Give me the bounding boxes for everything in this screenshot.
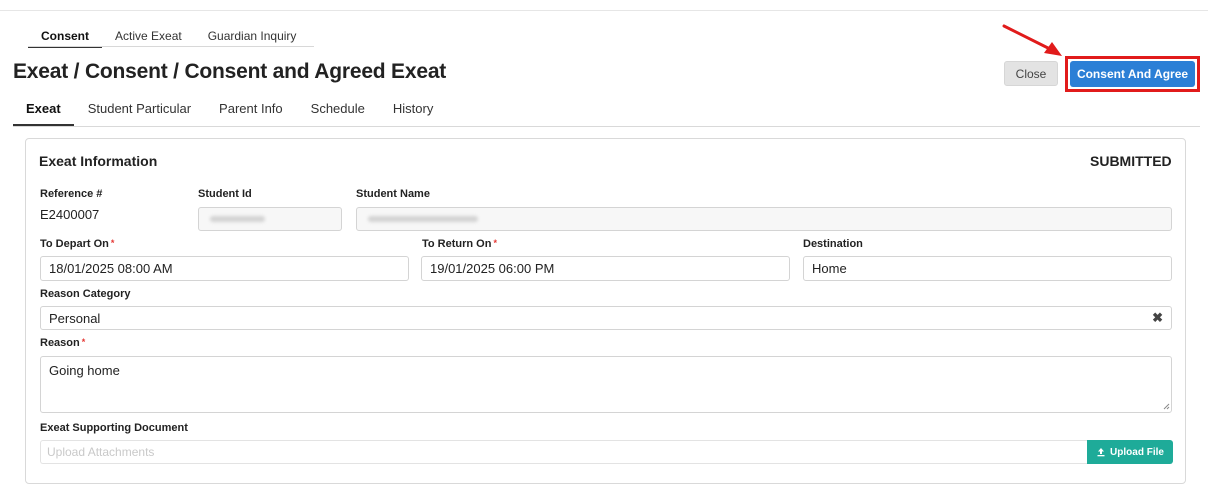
consent-and-agree-button[interactable]: Consent And Agree <box>1070 61 1195 87</box>
reason-label: Reason * <box>40 337 86 349</box>
tab-parent-info[interactable]: Parent Info <box>205 98 297 126</box>
tab-guardian-inquiry[interactable]: Guardian Inquiry <box>195 28 310 46</box>
top-tabs-underline <box>28 46 314 47</box>
top-tab-bar: Consent Active Exeat Guardian Inquiry <box>28 28 310 48</box>
student-name-label: Student Name <box>356 188 430 200</box>
student-name-field <box>356 207 1172 231</box>
close-button[interactable]: Close <box>1004 61 1058 86</box>
tab-history[interactable]: History <box>379 98 447 126</box>
depart-datetime-input[interactable]: 18/01/2025 08:00 AM <box>40 256 409 281</box>
redacted-student-name <box>368 216 478 222</box>
tab-schedule[interactable]: Schedule <box>297 98 379 126</box>
required-marker: * <box>493 238 497 248</box>
required-marker: * <box>110 238 115 248</box>
destination-label: Destination <box>803 238 863 250</box>
supporting-document-label: Exeat Supporting Document <box>40 422 188 434</box>
red-arrow-annotation-icon <box>1002 24 1062 56</box>
reason-textarea[interactable]: Going home <box>40 356 1172 413</box>
page-title: Exeat / Consent / Consent and Agreed Exe… <box>13 60 447 83</box>
reason-category-label: Reason Category <box>40 288 131 300</box>
upload-attachments-input[interactable] <box>40 440 1088 464</box>
required-marker: * <box>81 337 86 347</box>
tab-student-particular[interactable]: Student Particular <box>74 98 205 126</box>
upload-file-button[interactable]: Upload File <box>1087 440 1173 464</box>
reason-category-value: Personal <box>49 310 101 326</box>
resize-grip-icon[interactable] <box>1163 403 1170 410</box>
upload-file-label: Upload File <box>1110 446 1164 458</box>
tab-consent[interactable]: Consent <box>28 28 102 48</box>
return-label: To Return On * <box>422 238 497 250</box>
destination-input[interactable]: Home <box>803 256 1172 281</box>
student-id-label: Student Id <box>198 188 252 200</box>
return-datetime-input[interactable]: 19/01/2025 06:00 PM <box>421 256 790 281</box>
upload-icon <box>1097 448 1105 457</box>
status-badge: SUBMITTED <box>1090 153 1172 169</box>
top-divider <box>0 10 1208 11</box>
card-title: Exeat Information <box>39 153 158 169</box>
tab-active-exeat[interactable]: Active Exeat <box>102 28 195 46</box>
reference-value: E2400007 <box>40 207 100 222</box>
redacted-student-id <box>210 216 265 222</box>
sub-tabs-divider <box>13 126 1200 127</box>
sub-tab-bar: Exeat Student Particular Parent Info Sch… <box>13 98 447 126</box>
student-id-field <box>198 207 342 231</box>
clear-x-icon[interactable]: ✖ <box>1152 310 1163 326</box>
reference-label: Reference # <box>40 188 103 200</box>
depart-label: To Depart On * <box>40 238 115 250</box>
reason-category-select[interactable]: Personal ✖ <box>40 306 1172 330</box>
tab-exeat[interactable]: Exeat <box>13 98 74 126</box>
